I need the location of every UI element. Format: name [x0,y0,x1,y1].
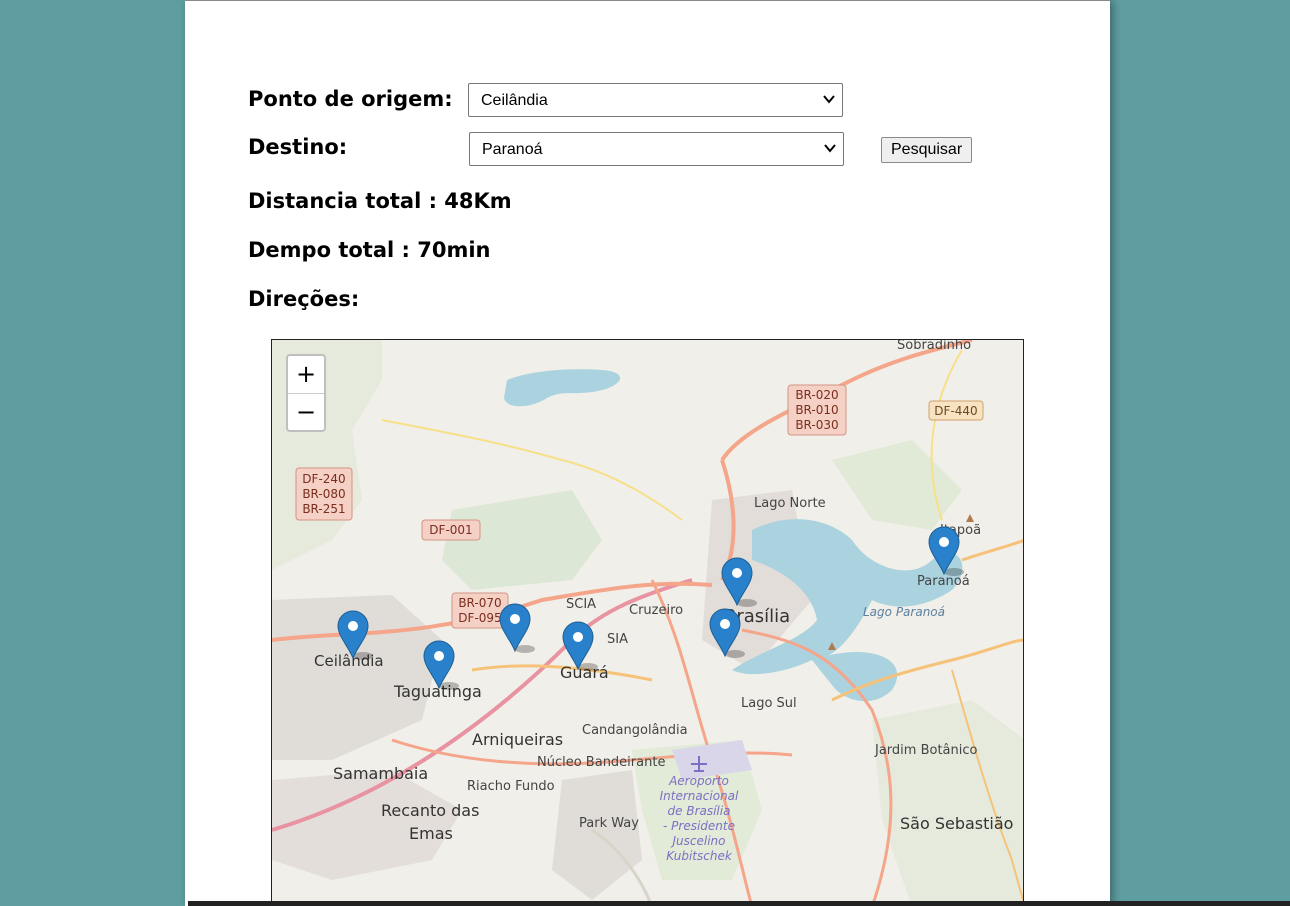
place-label: São Sebastião [900,814,1013,833]
svg-text:Aeroporto: Aeroporto [668,774,729,788]
place-label: Riacho Fundo [467,779,555,794]
svg-text:- Presidente: - Presidente [663,819,735,833]
origin-select[interactable]: Ceilândia [468,83,843,117]
svg-text:BR-020: BR-020 [795,388,838,402]
place-label: Núcleo Bandeirante [537,755,665,770]
svg-text:BR-251: BR-251 [302,502,345,516]
destination-label: Destino: [248,135,348,159]
destination-select[interactable]: Paranoá [469,132,844,166]
svg-text:DF-095: DF-095 [458,611,501,625]
svg-text:Internacional: Internacional [660,789,739,803]
horizontal-scrollbar[interactable] [188,901,1290,906]
zoom-in-button[interactable]: + [288,356,324,394]
svg-text:BR-010: BR-010 [795,403,838,417]
place-label: SIA [607,632,628,647]
place-label: Jardim Botânico [874,743,978,758]
zoom-out-button[interactable]: − [288,394,324,430]
place-label: Ceilândia [314,652,384,670]
place-label: Lago Norte [754,496,826,511]
svg-text:Kubitschek: Kubitschek [666,849,733,863]
place-label: Sobradinho [897,340,971,353]
total-time: Dempo total : 70min [248,238,491,262]
svg-text:Juscelino: Juscelino [671,834,726,848]
svg-text:BR-030: BR-030 [795,418,838,432]
search-button[interactable]: Pesquisar [881,137,973,163]
place-label: SCIA [566,597,596,612]
place-label: Candangolândia [582,723,688,738]
place-label: Arniqueiras [472,730,563,749]
origin-select-value: Ceilândia [481,92,548,109]
place-label: Samambaia [333,764,428,783]
place-label: Lago Sul [741,696,797,711]
svg-text:DF-240: DF-240 [302,472,345,486]
svg-text:DF-440: DF-440 [934,404,977,418]
chevron-down-icon [824,144,836,153]
place-label: Cruzeiro [629,603,683,618]
origin-label: Ponto de origem: [248,87,453,111]
total-distance: Distancia total : 48Km [248,189,512,213]
route-marker-icon[interactable] [499,603,535,653]
svg-text:BR-080: BR-080 [302,487,345,501]
map-tiles: BR-020 BR-010 BR-030 DF-440 DF-240 BR-08… [272,340,1023,905]
chevron-down-icon [823,95,835,104]
svg-text:DF-001: DF-001 [429,523,472,537]
svg-text:BR-070: BR-070 [458,596,501,610]
place-label: Park Way [579,816,639,831]
place-label: Lago Paranoá [863,605,945,619]
destination-select-value: Paranoá [482,141,543,158]
svg-text:de Brasília: de Brasília [668,804,731,818]
place-label: Recanto das [381,801,479,820]
directions-heading: Direções: [248,287,360,311]
place-label: Paranoá [917,574,970,589]
zoom-control: + − [286,354,326,432]
place-label: Emas [409,824,453,843]
route-map[interactable]: BR-020 BR-010 BR-030 DF-440 DF-240 BR-08… [271,339,1024,906]
